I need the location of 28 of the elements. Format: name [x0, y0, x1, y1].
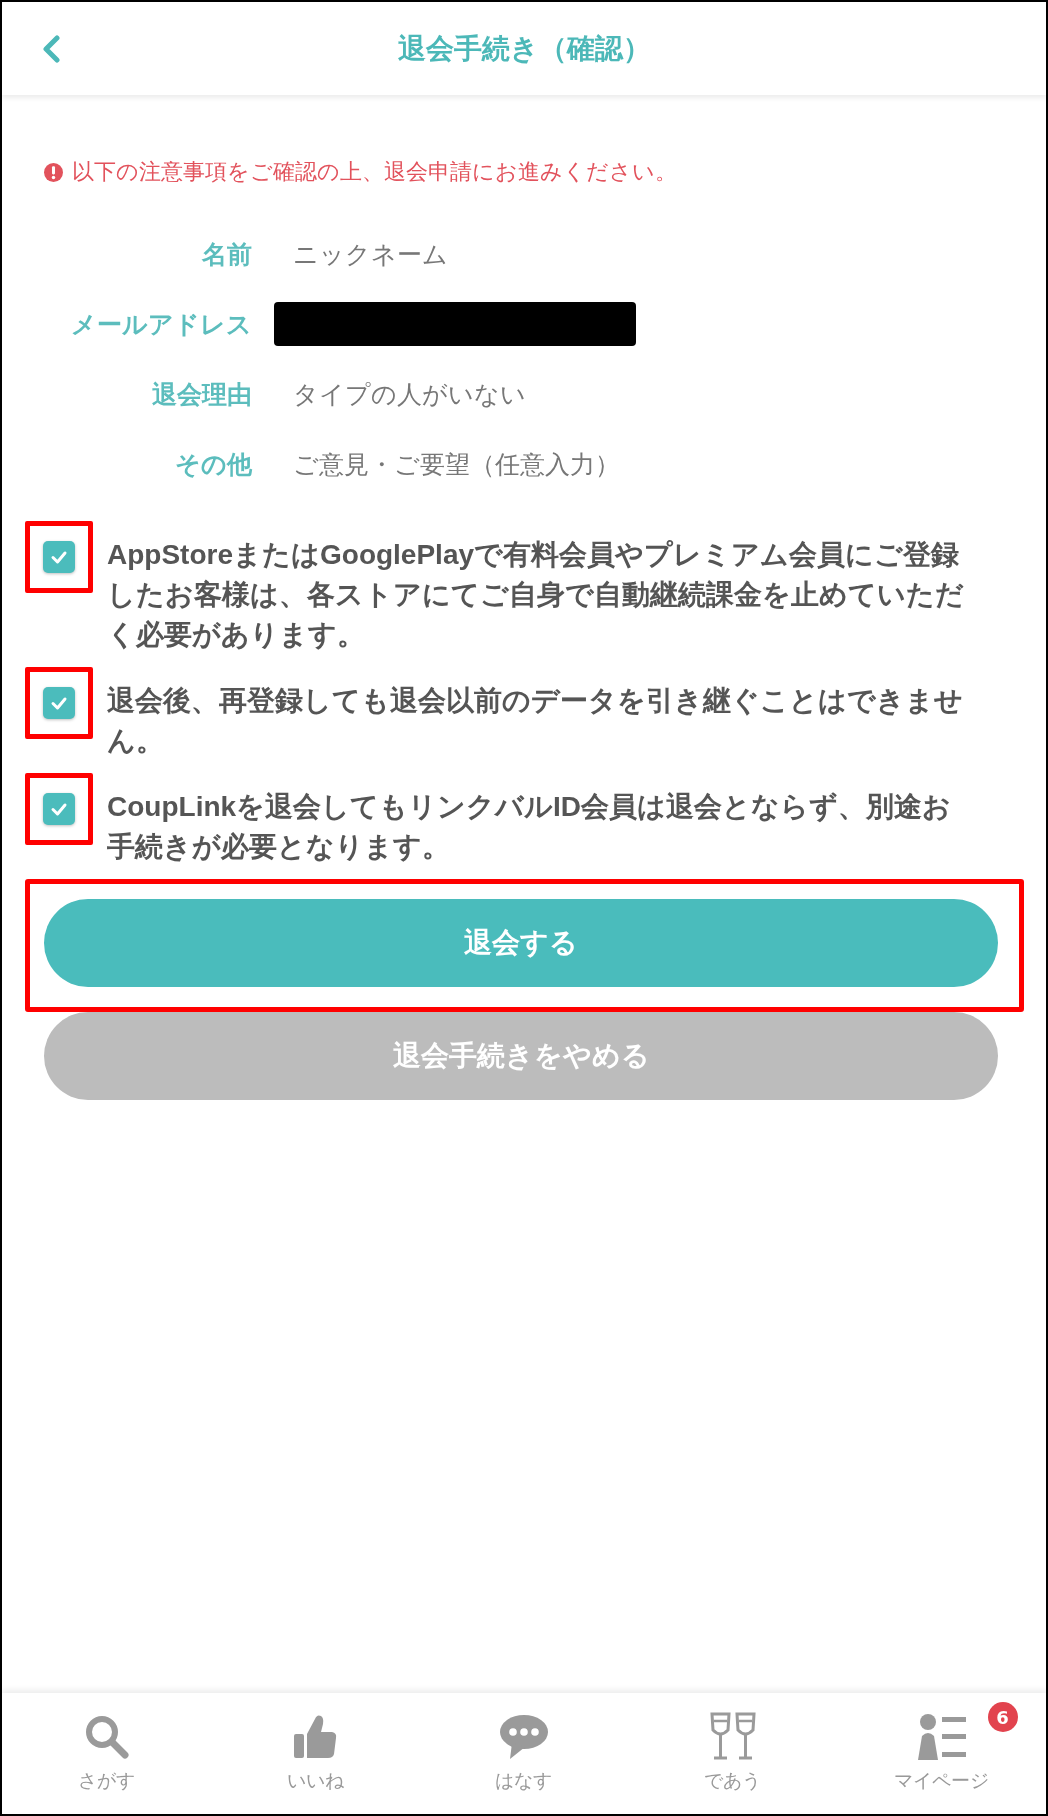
agreement-text: CoupLinkを退会してもリンクバルID会員は退会とならず、別途お手続きが必要となります。 — [107, 790, 953, 864]
agreement-text: 退会後、再登録しても退会以前のデータを引き継ぐことはできません。 — [107, 684, 964, 758]
checkbox[interactable] — [43, 541, 75, 573]
page-title: 退会手続き（確認） — [397, 30, 651, 67]
back-button[interactable] — [42, 34, 60, 63]
alert-icon — [44, 162, 63, 182]
submit-button[interactable]: 退会する — [44, 899, 998, 987]
nav-tab[interactable]: はなす — [491, 1693, 557, 1796]
nav-tab[interactable]: さがす — [73, 1693, 139, 1796]
nav-tab[interactable]: であう — [700, 1693, 766, 1796]
checkbox[interactable] — [43, 687, 75, 719]
notification-badge: 6 — [987, 1702, 1018, 1732]
field-label: メールアドレス — [71, 308, 252, 341]
field-value: タイプの人がいない — [293, 378, 526, 411]
cancel-button[interactable]: 退会手続きをやめる — [44, 1012, 998, 1100]
field-value: ニックネーム — [293, 238, 448, 271]
nav-tab[interactable]: いいね — [282, 1693, 348, 1796]
profile-list-icon — [916, 1712, 967, 1762]
notice-text: 以下の注意事項をご確認の上、退会申請にお進みください。 — [72, 158, 677, 186]
speech-bubble-icon — [499, 1712, 549, 1762]
chevron-left-icon — [42, 34, 60, 63]
champagne-glasses-icon — [707, 1712, 758, 1762]
agreement-text: AppStoreまたはGooglePlayで有料会員やプレミアム会員にご登録したお客様は、各ストアにてご自身で自動継続課金を止めていただく必要があります。 — [107, 538, 965, 652]
checkbox[interactable] — [43, 793, 75, 825]
field-label: 名前 — [202, 238, 252, 271]
field-label: その他 — [175, 448, 252, 481]
field-label: 退会理由 — [152, 378, 252, 411]
field-value: ご意見・ご要望（任意入力） — [293, 448, 620, 481]
